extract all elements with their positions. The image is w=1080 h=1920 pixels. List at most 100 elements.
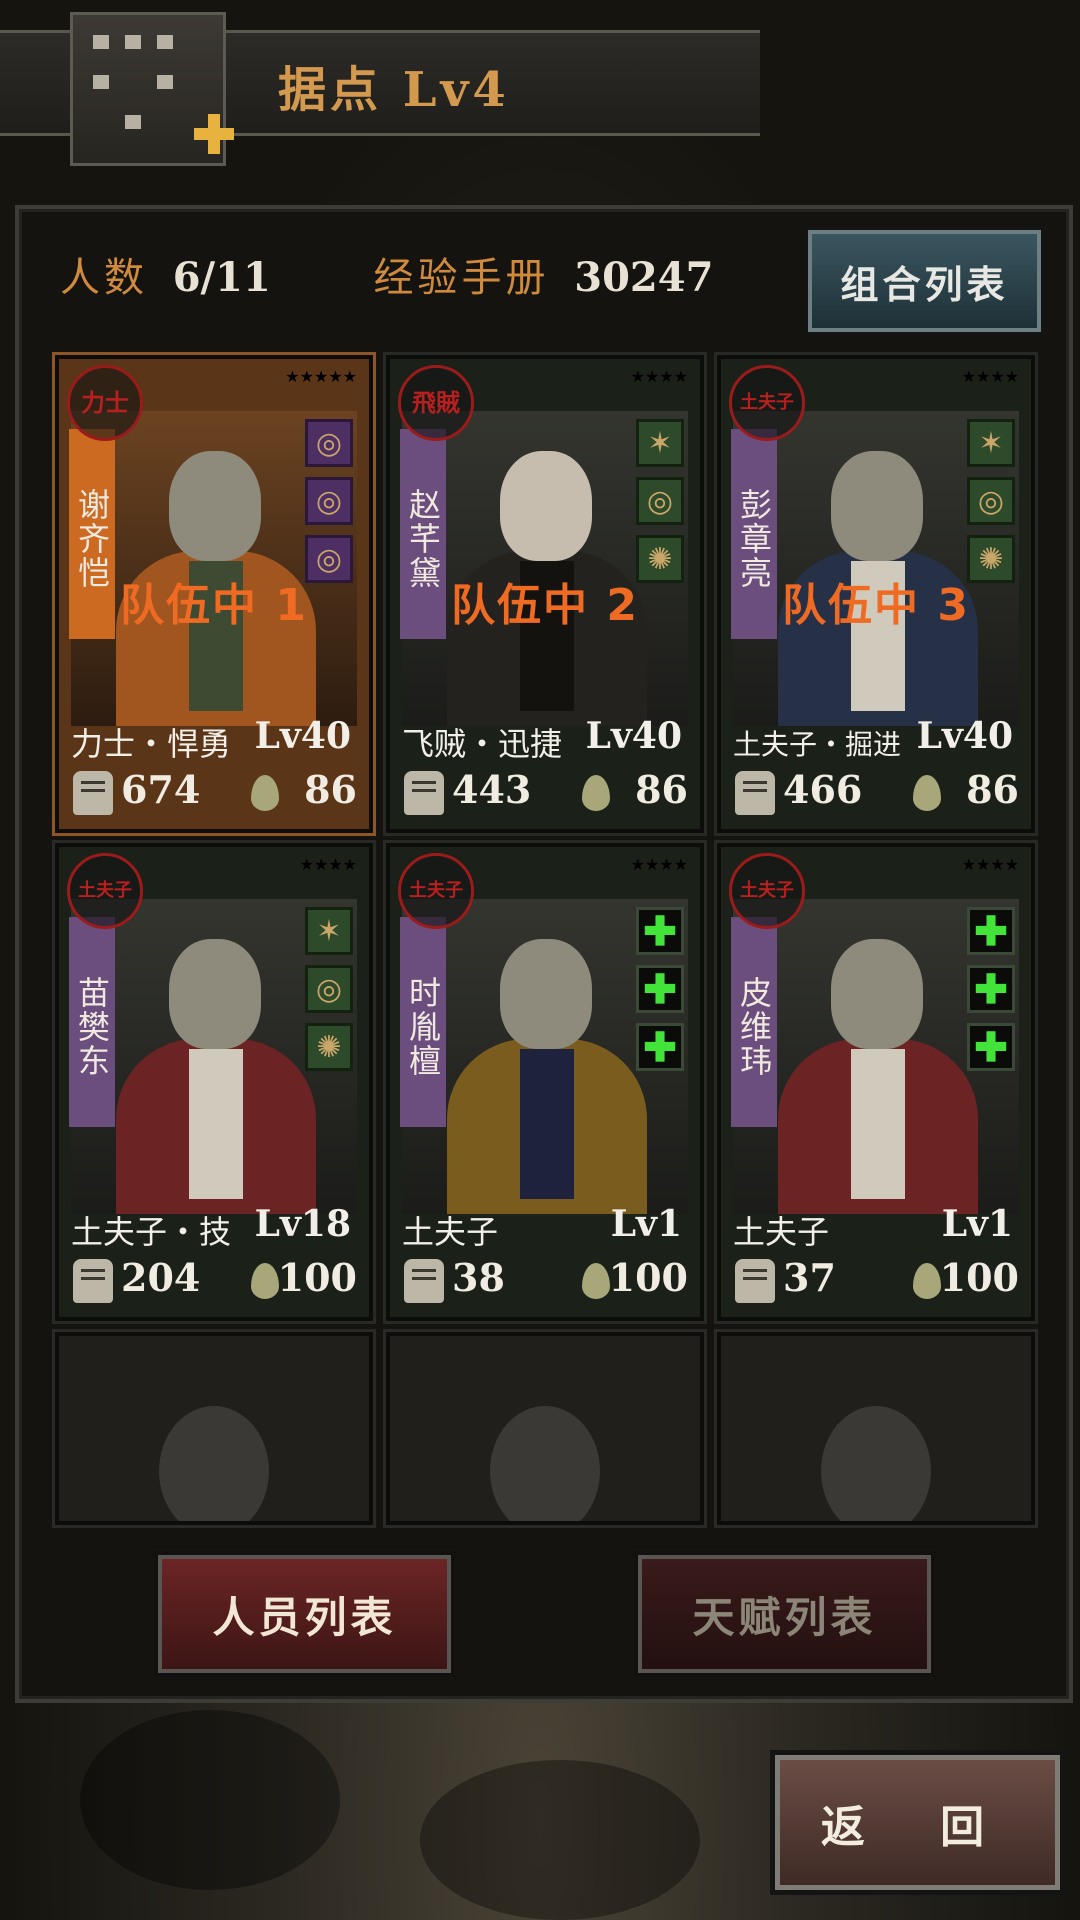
stats-row: 人数 6/11 经验手册 30247 (60, 245, 713, 303)
power-value: 204 (121, 1255, 201, 1300)
empty-silhouette (821, 1406, 931, 1521)
star-rating: ★★★★ (630, 855, 688, 874)
fist-power-icon (735, 1259, 775, 1303)
empty-roster-slot[interactable] (386, 1332, 704, 1525)
back-button[interactable]: 返 回 (775, 1755, 1060, 1890)
background-stain (80, 1710, 340, 1890)
spirit-value: 100 (277, 1255, 357, 1300)
portrait-shirt (520, 1049, 574, 1199)
class-seal-icon: 飛賊 (398, 365, 474, 441)
fist-power-icon (404, 771, 444, 815)
character-level: Lv1 (610, 1203, 682, 1245)
portrait-shirt (851, 1049, 905, 1199)
class-seal-icon: 土夫子 (729, 365, 805, 441)
fist-power-icon (404, 1259, 444, 1303)
spirit-drop-icon (245, 771, 285, 815)
combo-list-button[interactable]: 组合列表 (808, 230, 1041, 332)
empty-silhouette (490, 1406, 600, 1521)
portrait-head (169, 939, 261, 1049)
add-equipment-icon[interactable]: ✚ (967, 1023, 1015, 1071)
class-seal-icon: 土夫子 (67, 853, 143, 929)
character-name: 皮维玮 (731, 917, 777, 1127)
character-level: Lv18 (254, 1203, 351, 1245)
class-seal-icon: 土夫子 (729, 853, 805, 929)
star-rating: ★★★★ (299, 855, 357, 874)
empty-roster-slot[interactable] (55, 1332, 373, 1525)
window-detail (125, 35, 141, 49)
members-value: 6/11 (172, 254, 271, 301)
star-rating: ★★★★ (961, 855, 1019, 874)
equipment-slot[interactable]: ◎ (305, 965, 353, 1013)
star-rating: ★★★★★ (285, 367, 357, 386)
portrait-head (500, 451, 592, 561)
equipment-slot[interactable]: ◎ (305, 419, 353, 467)
star-rating: ★★★★ (961, 367, 1019, 386)
window-detail (93, 75, 109, 89)
equipment-slot[interactable]: ◎ (305, 477, 353, 525)
spirit-value: 86 (635, 767, 688, 812)
character-card[interactable]: ★★★★ 时胤檀 土夫子 ✚ ✚ ✚ 土夫子 Lv1 38 100 (386, 843, 704, 1321)
exp-value: 30247 (574, 254, 714, 301)
class-seal-icon: 土夫子 (398, 853, 474, 929)
tab-personnel-list[interactable]: 人员列表 (158, 1555, 451, 1673)
portrait-head (831, 451, 923, 561)
power-value: 38 (452, 1255, 505, 1300)
character-name: 苗樊东 (69, 917, 115, 1127)
members-label: 人数 (60, 255, 148, 301)
character-card[interactable]: ★★★★ 赵芊黛 飛賊 ✶ ◎ ✺ 队伍中 2 飞贼・迅捷 Lv40 443 8… (386, 355, 704, 833)
team-status-label: 队伍中 2 (451, 580, 639, 631)
spirit-drop-icon (576, 771, 616, 815)
portrait-shirt (189, 1049, 243, 1199)
empty-silhouette (159, 1406, 269, 1521)
equipment-slot[interactable]: ✶ (967, 419, 1015, 467)
add-equipment-icon[interactable]: ✚ (967, 907, 1015, 955)
add-equipment-icon[interactable]: ✚ (636, 965, 684, 1013)
team-status-label: 队伍中 1 (120, 580, 308, 631)
add-equipment-icon[interactable]: ✚ (636, 907, 684, 955)
class-seal-icon: 力士 (67, 365, 143, 441)
character-card[interactable]: ★★★★ 苗樊东 土夫子 ✶ ◎ ✺ 土夫子・技 Lv18 204 100 (55, 843, 373, 1321)
empty-roster-slot[interactable] (717, 1332, 1035, 1525)
window-detail (125, 115, 141, 129)
character-level: Lv40 (585, 715, 682, 757)
character-level: Lv40 (254, 715, 351, 757)
fist-power-icon (73, 771, 113, 815)
equipment-slot[interactable]: ◎ (636, 477, 684, 525)
portrait-head (831, 939, 923, 1049)
power-value: 443 (452, 767, 532, 812)
exp-label: 经验手册 (373, 255, 550, 301)
spirit-value: 100 (608, 1255, 688, 1300)
tab-talent-list[interactable]: 天赋列表 (638, 1555, 931, 1673)
add-equipment-icon[interactable]: ✚ (967, 965, 1015, 1013)
spirit-drop-icon (907, 771, 947, 815)
upgrade-plus-icon[interactable] (190, 110, 238, 158)
power-value: 37 (783, 1255, 836, 1300)
equipment-slot[interactable]: ✶ (636, 419, 684, 467)
add-equipment-icon[interactable]: ✚ (636, 1023, 684, 1071)
character-card[interactable]: ★★★★ 彭章亮 土夫子 ✶ ◎ ✺ 队伍中 3 土夫子・掘进 Lv40 466… (717, 355, 1035, 833)
page-title: 据点 Lv4 (278, 62, 510, 118)
character-card[interactable]: ★★★★★ 谢齐恺 力士 ◎ ◎ ◎ 队伍中 1 力士・悍勇 Lv40 674 … (55, 355, 373, 833)
spirit-value: 86 (304, 767, 357, 812)
portrait-head (500, 939, 592, 1049)
character-name: 时胤檀 (400, 917, 446, 1127)
window-detail (93, 35, 109, 49)
team-status-label: 队伍中 3 (782, 580, 970, 631)
window-detail (157, 35, 173, 49)
spirit-value: 86 (966, 767, 1019, 812)
character-level: Lv1 (941, 1203, 1013, 1245)
equipment-slot[interactable]: ◎ (967, 477, 1015, 525)
fist-power-icon (735, 771, 775, 815)
equipment-slot[interactable]: ✺ (305, 1023, 353, 1071)
character-level: Lv40 (916, 715, 1013, 757)
fist-power-icon (73, 1259, 113, 1303)
spirit-value: 100 (939, 1255, 1019, 1300)
portrait-head (169, 451, 261, 561)
power-value: 466 (783, 767, 863, 812)
power-value: 674 (121, 767, 201, 812)
equipment-slot[interactable]: ✶ (305, 907, 353, 955)
character-card[interactable]: ★★★★ 皮维玮 土夫子 ✚ ✚ ✚ 土夫子 Lv1 37 100 (717, 843, 1035, 1321)
window-detail (157, 75, 173, 89)
star-rating: ★★★★ (630, 367, 688, 386)
background-stain (420, 1760, 700, 1920)
